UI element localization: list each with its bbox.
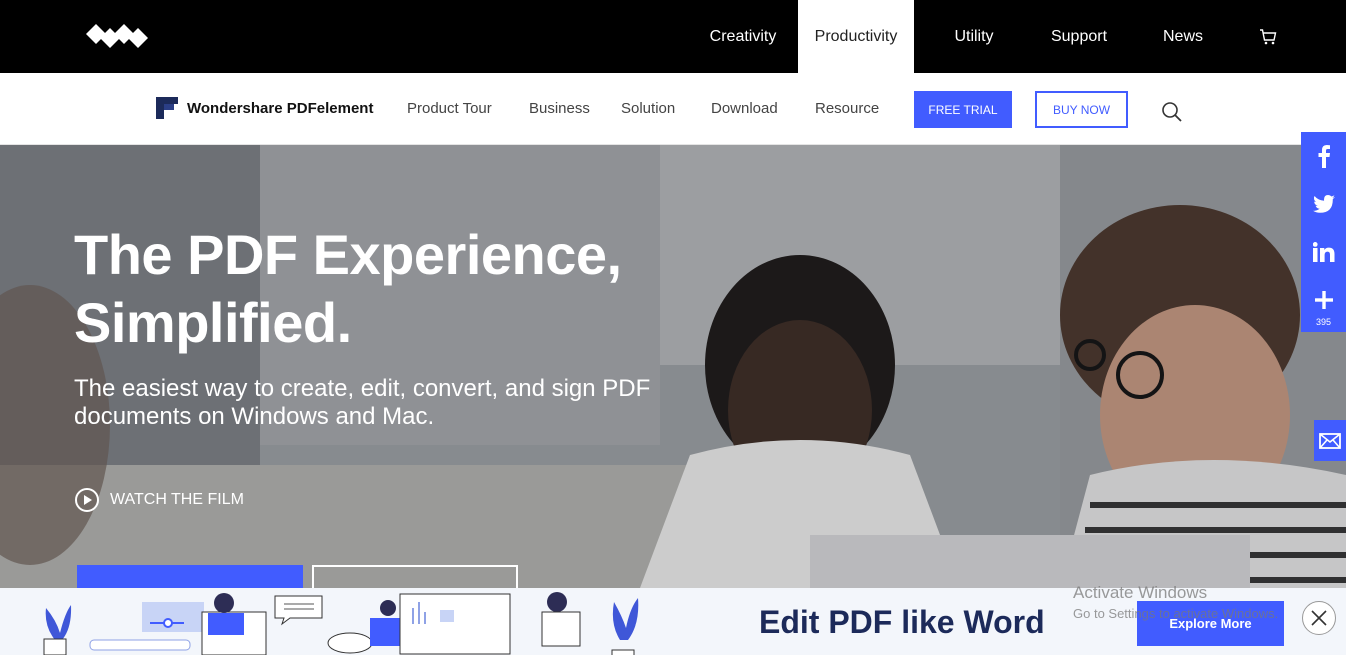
play-circle-icon: [75, 488, 99, 512]
product-nav: Wondershare PDFelement Product Tour Busi…: [0, 73, 1346, 145]
watermark-line1: Activate Windows: [1073, 583, 1208, 602]
hero: The PDF Experience, Simplified. The easi…: [0, 145, 1346, 588]
hero-secondary-button[interactable]: [312, 565, 518, 588]
plus-icon: [1314, 291, 1333, 309]
nav-download[interactable]: Download: [711, 100, 778, 117]
close-icon: [1311, 610, 1327, 626]
linkedin-icon: [1312, 242, 1334, 262]
twitter-icon: [1312, 195, 1335, 213]
hero-subtitle: The easiest way to create, edit, convert…: [74, 375, 651, 430]
search-icon[interactable]: [1161, 101, 1183, 123]
share-facebook[interactable]: [1301, 132, 1346, 180]
share-mail[interactable]: [1314, 420, 1346, 461]
nav-solution[interactable]: Solution: [621, 100, 675, 117]
free-trial-button[interactable]: FREE TRIAL: [914, 91, 1012, 128]
watermark-line2: Go to Settings to activate Windows.: [1073, 606, 1279, 621]
banner-illustration: [43, 592, 639, 655]
topnav-utility-label: Utility: [954, 27, 994, 45]
nav-business[interactable]: Business: [529, 100, 590, 117]
topnav-productivity[interactable]: Productivity: [798, 0, 914, 73]
buy-now-button[interactable]: BUY NOW: [1035, 91, 1128, 128]
hero-primary-button[interactable]: [77, 565, 303, 588]
watch-film-label: WATCH THE FILM: [110, 491, 244, 508]
brand[interactable]: Wondershare PDFelement: [156, 97, 373, 119]
wondershare-logo[interactable]: [86, 24, 148, 52]
hero-title-line1: The PDF Experience,: [74, 223, 622, 286]
topnav-productivity-label: Productivity: [814, 27, 898, 45]
topnav-creativity-label: Creativity: [709, 27, 777, 45]
banner-title: Edit PDF like Word: [759, 604, 1045, 640]
hero-title: The PDF Experience, Simplified.: [74, 221, 622, 357]
share-linkedin[interactable]: [1301, 228, 1346, 276]
activate-windows-watermark: Activate Windows Go to Settings to activ…: [1073, 583, 1278, 621]
facebook-icon: [1318, 145, 1330, 168]
share-count: 395: [1315, 317, 1332, 327]
mail-icon: [1319, 432, 1341, 449]
share-twitter[interactable]: [1301, 180, 1346, 228]
cart-icon: [1260, 28, 1277, 44]
top-bar: Creativity Productivity Utility Support …: [0, 0, 1346, 73]
topnav-utility[interactable]: Utility: [914, 0, 1034, 73]
top-nav: Creativity Productivity Utility Support …: [688, 0, 1346, 73]
nav-product-tour[interactable]: Product Tour: [407, 100, 492, 117]
hero-photo: [0, 145, 1346, 588]
pdfelement-logo-icon: [156, 97, 178, 119]
page: Creativity Productivity Utility Support …: [0, 0, 1346, 655]
brand-name: Wondershare PDFelement: [187, 99, 374, 117]
nav-resource[interactable]: Resource: [815, 100, 879, 117]
topnav-support-label: Support: [1050, 27, 1108, 45]
topnav-news-label: News: [1162, 27, 1203, 45]
share-bar: 395: [1301, 132, 1346, 332]
topnav-news[interactable]: News: [1124, 0, 1242, 73]
topnav-support[interactable]: Support: [1034, 0, 1124, 73]
banner-close-button[interactable]: [1302, 601, 1336, 635]
watch-film-link[interactable]: WATCH THE FILM: [74, 487, 244, 513]
hero-title-line2: Simplified.: [74, 291, 352, 354]
topnav-creativity[interactable]: Creativity: [688, 0, 798, 73]
cart-button[interactable]: [1242, 0, 1294, 73]
